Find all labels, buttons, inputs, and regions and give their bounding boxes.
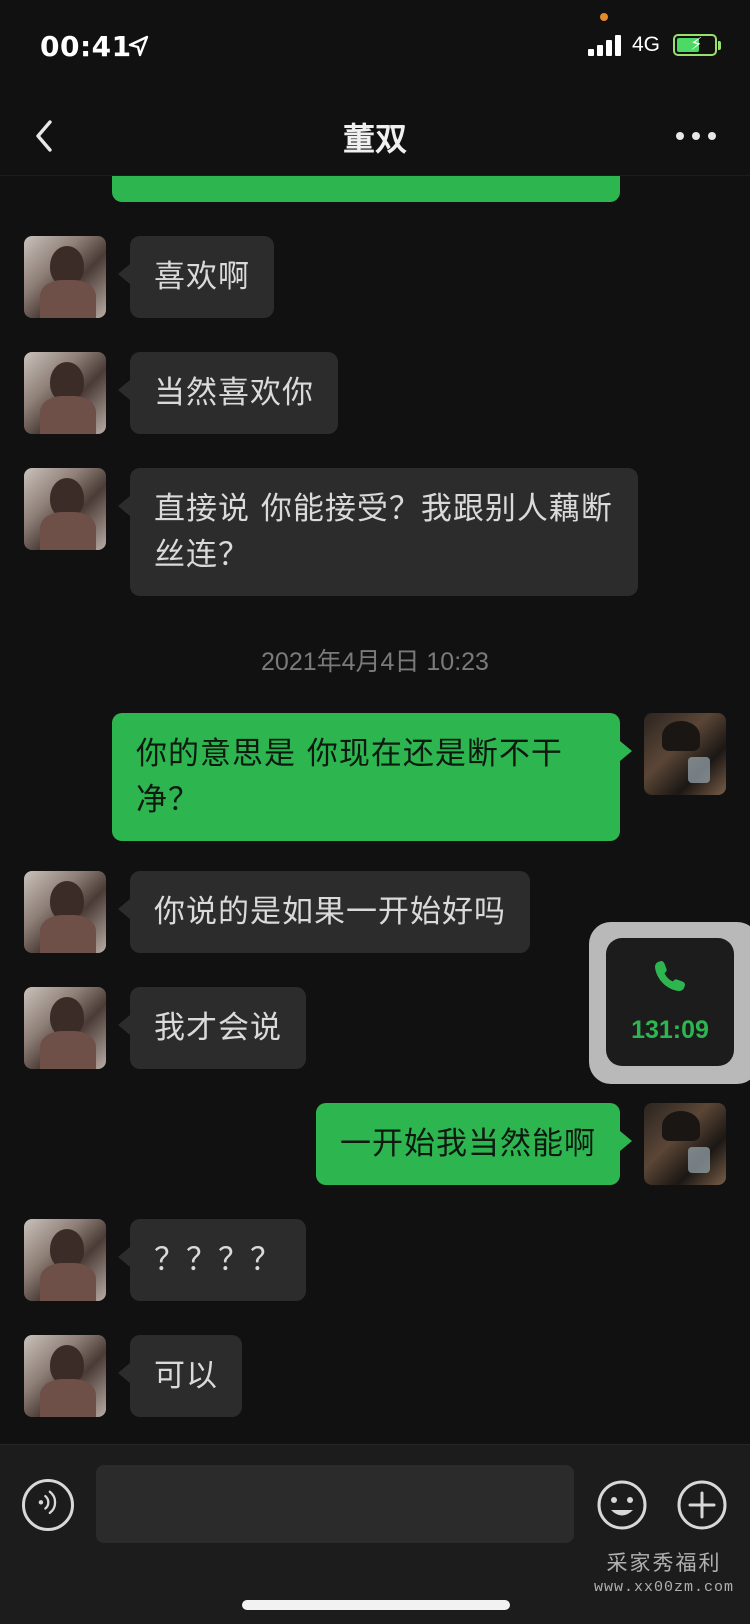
home-indicator[interactable] (242, 1600, 510, 1610)
battery-nub (718, 41, 721, 50)
message-list[interactable]: 喜欢啊 当然喜欢你 直接说 你能接受？我跟别人藕断丝连？ 2021年4月4日 1… (0, 176, 750, 1444)
my-avatar[interactable] (644, 713, 726, 795)
watermark-line1: 采家秀福利 (606, 1551, 722, 1575)
outgoing-message[interactable]: 你的意思是 你现在还是断不干净？ (112, 713, 632, 841)
outgoing-bubble-partial (112, 176, 620, 202)
voice-icon[interactable] (22, 1479, 74, 1531)
status-bar: 00:41 4G ⚡ (0, 0, 750, 96)
privacy-indicator-dot (600, 13, 608, 21)
incoming-message[interactable]: 喜欢啊 (118, 236, 274, 318)
incoming-message[interactable]: ？？？？ (118, 1219, 306, 1301)
input-bar: 采家秀福利 www.xx00zm.com (0, 1444, 750, 1624)
network-type: 4G (632, 33, 661, 56)
call-duration: 131:09 (631, 1016, 709, 1044)
chat-header: 董双 (0, 96, 750, 176)
incoming-message[interactable]: 直接说 你能接受？我跟别人藕断丝连？ (118, 468, 638, 596)
battery-charging-icon: ⚡ (673, 34, 717, 56)
incoming-message[interactable]: 你说的是如果一开始好吗 (118, 871, 530, 953)
contact-avatar[interactable] (24, 871, 106, 953)
contact-avatar[interactable] (24, 352, 106, 434)
status-time: 00:41 (40, 30, 132, 63)
contact-avatar[interactable] (24, 987, 106, 1069)
contact-name: 董双 (342, 120, 407, 158)
outgoing-message[interactable]: 一开始我当然能啊 (316, 1103, 632, 1185)
floating-call-widget[interactable]: 131:09 (589, 922, 750, 1084)
message-input[interactable] (96, 1465, 574, 1543)
watermark-line2: www.xx00zm.com (593, 1579, 735, 1596)
phone-icon (655, 961, 685, 991)
message-timestamp: 2021年4月4日 10:23 (261, 648, 489, 676)
location-arrow-icon (128, 35, 149, 57)
contact-avatar[interactable] (24, 236, 106, 318)
incoming-message[interactable]: 可以 (118, 1335, 242, 1417)
emoji-icon[interactable] (596, 1479, 648, 1531)
incoming-message[interactable]: 我才会说 (118, 987, 306, 1069)
contact-avatar[interactable] (24, 1219, 106, 1301)
call-widget-panel[interactable]: 131:09 (606, 938, 734, 1066)
incoming-message[interactable]: 当然喜欢你 (118, 352, 338, 434)
more-dots-icon[interactable] (674, 126, 718, 146)
plus-icon[interactable] (676, 1479, 728, 1531)
contact-avatar[interactable] (24, 468, 106, 550)
contact-avatar[interactable] (24, 1335, 106, 1417)
my-avatar[interactable] (644, 1103, 726, 1185)
signal-bars-icon (588, 34, 624, 56)
watermark: 采家秀福利 www.xx00zm.com (584, 1547, 744, 1596)
